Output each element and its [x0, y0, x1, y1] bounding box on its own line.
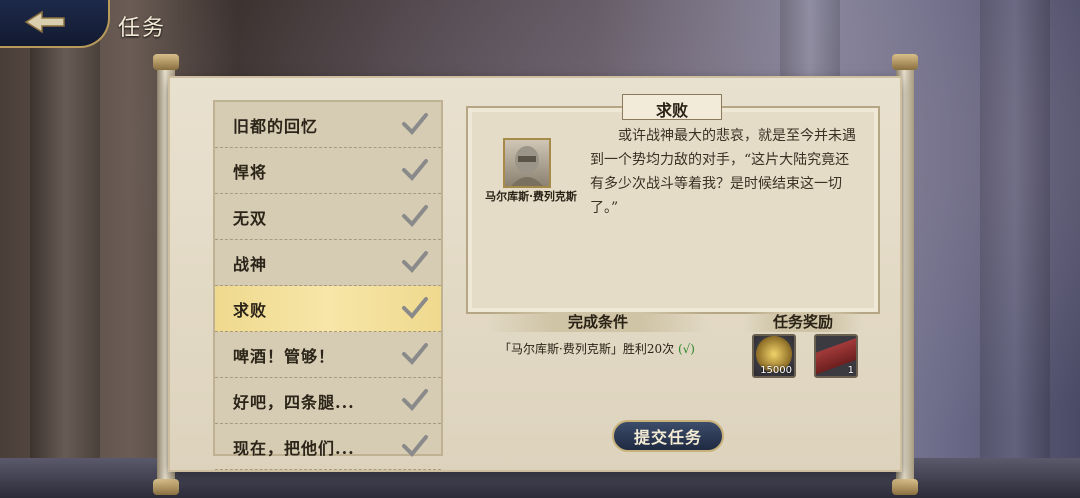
quest-list[interactable]: 旧都的回忆悍将无双战神求败啤酒！管够！ 好吧，四条腿... 现在，把他们...	[213, 100, 443, 470]
checkmark-icon	[402, 297, 428, 319]
background-pillar	[30, 0, 100, 498]
background-pillar	[980, 0, 1050, 498]
checkmark-icon	[402, 389, 428, 411]
quest-label: 求败	[233, 301, 268, 320]
checkmark-icon	[402, 435, 428, 457]
quest-label: 旧都的回忆	[233, 117, 319, 136]
quest-label: 悍将	[233, 163, 268, 182]
quest-label: 无双	[233, 209, 268, 228]
quest-label: 现在，把他们...	[233, 439, 355, 458]
quest-list-item[interactable]: 无双	[215, 194, 441, 240]
back-arrow-icon	[24, 10, 65, 34]
character-portrait	[503, 138, 551, 188]
quest-list-item[interactable]: 旧都的回忆	[215, 102, 441, 148]
reward-count: 1	[847, 365, 854, 376]
condition-header: 完成条件	[488, 312, 708, 332]
knight-portrait-icon	[511, 146, 543, 186]
checkmark-icon	[402, 159, 428, 181]
page-title: 任务	[118, 16, 167, 41]
quest-label: 好吧，四条腿...	[233, 393, 355, 412]
condition-description: 「马尔库斯·费列克斯」胜利20次	[499, 342, 675, 356]
detail-title: 求败	[655, 101, 688, 120]
detail-title-plate: 求败	[622, 94, 722, 120]
quest-list-item[interactable]: 求败	[215, 286, 441, 332]
quest-list-item[interactable]: 啤酒！管够！	[215, 332, 441, 378]
quest-label: 战神	[233, 255, 268, 274]
top-header: 任务	[0, 0, 200, 52]
checkmark-icon	[402, 113, 428, 135]
checkmark-icon	[402, 343, 428, 365]
quest-list-item[interactable]: 悍将	[215, 148, 441, 194]
condition-status: (√)	[677, 342, 695, 356]
reward-header: 任务奖励	[744, 312, 862, 332]
quest-list-item[interactable]: 现在，把他们...	[215, 424, 441, 470]
checkmark-icon	[402, 251, 428, 273]
checkmark-icon	[402, 205, 428, 227]
back-button[interactable]	[22, 8, 68, 36]
quest-list-item[interactable]: 好吧，四条腿...	[215, 378, 441, 424]
quest-label: 啤酒！管够！	[233, 347, 336, 366]
submit-quest-button[interactable]: 提交任务	[612, 420, 724, 452]
character-name: 马尔库斯·费列克斯	[485, 190, 577, 203]
condition-text: 「马尔库斯·费列克斯」胜利20次 (√)	[492, 340, 702, 357]
reward-red-cape[interactable]: 1	[814, 334, 858, 378]
reward-count: 15000	[760, 365, 792, 376]
quest-list-item[interactable]: 战神	[215, 240, 441, 286]
quest-story-text: 或许战神最大的悲哀，就是至今并未遇到一个势均力敌的对手，“这片大陆究竟还有多少次…	[590, 128, 856, 216]
reward-gold-coins[interactable]: 15000	[752, 334, 796, 378]
